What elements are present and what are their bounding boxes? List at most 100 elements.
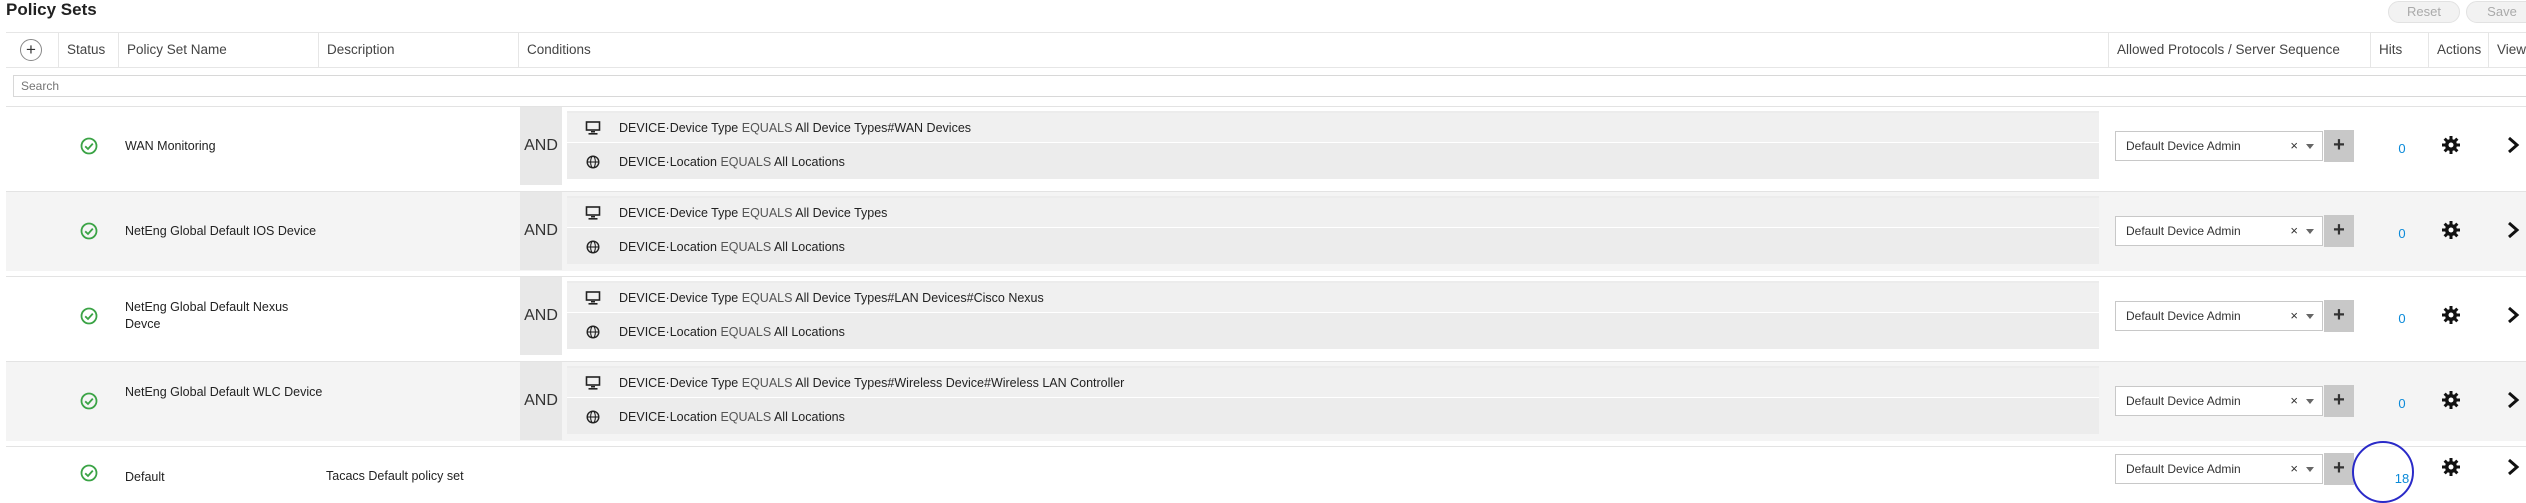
add-server-sequence-button[interactable]: +	[2324, 130, 2354, 162]
header-conditions[interactable]: Conditions	[518, 33, 2108, 67]
globe-icon	[586, 155, 600, 169]
condition-operator: AND	[520, 192, 562, 270]
condition-operator-equals: EQUALS	[720, 325, 772, 339]
condition-line[interactable]: DEVICE·Location EQUALS All Locations	[567, 147, 2099, 177]
gear-icon[interactable]	[2441, 390, 2461, 410]
policy-row[interactable]: NetEng Global Default Nexus Devce AND DE…	[6, 276, 2526, 356]
condition-line[interactable]: DEVICE·Location EQUALS All Locations	[567, 232, 2099, 262]
hits-count[interactable]: 0	[2384, 226, 2420, 241]
policy-row[interactable]: WAN Monitoring AND DEVICE·Device Type EQ…	[6, 106, 2526, 186]
condition-line[interactable]: DEVICE·Device Type EQUALS All Device Typ…	[567, 113, 2099, 143]
server-sequence-value: Default Device Admin	[2126, 139, 2241, 153]
conditions-box[interactable]: DEVICE·Device Type EQUALS All Device Typ…	[567, 281, 2099, 349]
condition-operator-equals: EQUALS	[741, 291, 793, 305]
annotation-circle	[2352, 441, 2414, 503]
hits-count[interactable]: 0	[2384, 141, 2420, 156]
gear-icon[interactable]	[2441, 305, 2461, 325]
hits-count[interactable]: 0	[2384, 396, 2420, 411]
search-input[interactable]	[14, 76, 2526, 96]
clear-icon[interactable]: ×	[2290, 302, 2298, 330]
reset-button[interactable]: Reset	[2388, 1, 2460, 23]
chevron-down-icon[interactable]	[2306, 399, 2314, 404]
condition-line[interactable]: DEVICE·Location EQUALS All Locations	[567, 402, 2099, 432]
condition-line[interactable]: DEVICE·Device Type EQUALS All Device Typ…	[567, 198, 2099, 228]
condition-operator-equals: EQUALS	[720, 155, 772, 169]
server-sequence-select[interactable]: Default Device Admin ×	[2115, 131, 2323, 161]
device-icon	[585, 206, 601, 220]
header-description[interactable]: Description	[318, 33, 518, 67]
condition-attribute: DEVICE·Location	[619, 240, 717, 254]
chevron-down-icon[interactable]	[2306, 144, 2314, 149]
condition-line[interactable]: DEVICE·Device Type EQUALS All Device Typ…	[567, 283, 2099, 313]
server-sequence-select[interactable]: Default Device Admin ×	[2115, 301, 2323, 331]
policy-set-name[interactable]: WAN Monitoring	[125, 138, 325, 155]
add-server-sequence-button[interactable]: +	[2324, 215, 2354, 247]
condition-operator-equals: EQUALS	[720, 240, 772, 254]
hits-count[interactable]: 0	[2384, 311, 2420, 326]
server-sequence-select[interactable]: Default Device Admin ×	[2115, 454, 2323, 484]
status-enabled-icon[interactable]	[80, 307, 98, 325]
condition-operator-equals: EQUALS	[720, 410, 772, 424]
device-icon	[585, 376, 601, 390]
clear-icon[interactable]: ×	[2290, 217, 2298, 245]
chevron-right-icon[interactable]	[2506, 221, 2520, 239]
policy-set-name[interactable]: NetEng Global Default WLC Device	[125, 384, 325, 401]
condition-line[interactable]: DEVICE·Location EQUALS All Locations	[567, 317, 2099, 347]
condition-attribute: DEVICE·Device Type	[619, 121, 739, 135]
save-button[interactable]: Save	[2466, 1, 2526, 23]
add-server-sequence-button[interactable]: +	[2324, 385, 2354, 417]
add-policy-set-button[interactable]: +	[20, 39, 42, 61]
conditions-box[interactable]: DEVICE·Device Type EQUALS All Device Typ…	[567, 111, 2099, 179]
gear-icon[interactable]	[2441, 457, 2461, 477]
server-sequence-value: Default Device Admin	[2126, 394, 2241, 408]
gear-icon[interactable]	[2441, 135, 2461, 155]
header-allowed-protocols[interactable]: Allowed Protocols / Server Sequence	[2108, 33, 2370, 67]
table-header: + Status Policy Set Name Description Con…	[6, 32, 2526, 68]
clear-icon[interactable]: ×	[2290, 132, 2298, 160]
policy-set-name[interactable]: NetEng Global Default Nexus Devce	[125, 299, 325, 333]
condition-operator: AND	[520, 107, 562, 185]
clear-icon[interactable]: ×	[2290, 455, 2298, 483]
server-sequence-value: Default Device Admin	[2126, 309, 2241, 323]
policy-set-name[interactable]: Default	[125, 469, 325, 486]
add-server-sequence-button[interactable]: +	[2324, 300, 2354, 332]
server-sequence-select[interactable]: Default Device Admin ×	[2115, 386, 2323, 416]
condition-operator-equals: EQUALS	[741, 206, 793, 220]
policy-set-name[interactable]: NetEng Global Default IOS Device	[125, 223, 325, 240]
policy-row[interactable]: NetEng Global Default IOS Device AND DEV…	[6, 191, 2526, 271]
chevron-right-icon[interactable]	[2506, 306, 2520, 324]
chevron-right-icon[interactable]	[2506, 458, 2520, 476]
add-server-sequence-button[interactable]: +	[2324, 453, 2354, 485]
gear-icon[interactable]	[2441, 220, 2461, 240]
device-icon	[585, 121, 601, 135]
condition-line[interactable]: DEVICE·Device Type EQUALS All Device Typ…	[567, 368, 2099, 398]
header-policy-set-name[interactable]: Policy Set Name	[118, 33, 318, 67]
chevron-right-icon[interactable]	[2506, 136, 2520, 154]
header-status[interactable]: Status	[58, 33, 118, 67]
condition-operator-equals: EQUALS	[741, 121, 793, 135]
chevron-down-icon[interactable]	[2306, 314, 2314, 319]
chevron-down-icon[interactable]	[2306, 229, 2314, 234]
policy-row[interactable]: NetEng Global Default WLC Device AND DEV…	[6, 361, 2526, 441]
clear-icon[interactable]: ×	[2290, 387, 2298, 415]
status-enabled-icon[interactable]	[80, 392, 98, 410]
condition-attribute: DEVICE·Device Type	[619, 291, 739, 305]
chevron-down-icon[interactable]	[2306, 467, 2314, 472]
condition-value: All Locations	[773, 325, 845, 339]
search-bar[interactable]	[13, 75, 2526, 97]
globe-icon	[586, 410, 600, 424]
condition-value: All Device Types	[795, 206, 888, 220]
status-enabled-icon[interactable]	[80, 222, 98, 240]
policy-row[interactable]: Default Tacacs Default policy set Defaul…	[6, 446, 2526, 503]
condition-value: All Device Types#WAN Devices	[795, 121, 972, 135]
server-sequence-select[interactable]: Default Device Admin ×	[2115, 216, 2323, 246]
condition-operator-equals: EQUALS	[741, 376, 793, 390]
chevron-right-icon[interactable]	[2506, 391, 2520, 409]
conditions-box[interactable]: DEVICE·Device Type EQUALS All Device Typ…	[567, 366, 2099, 434]
server-sequence-value: Default Device Admin	[2126, 224, 2241, 238]
conditions-box[interactable]: DEVICE·Device Type EQUALS All Device Typ…	[567, 196, 2099, 264]
status-enabled-icon[interactable]	[80, 464, 98, 482]
status-enabled-icon[interactable]	[80, 137, 98, 155]
header-hits[interactable]: Hits	[2370, 33, 2428, 67]
globe-icon	[586, 240, 600, 254]
